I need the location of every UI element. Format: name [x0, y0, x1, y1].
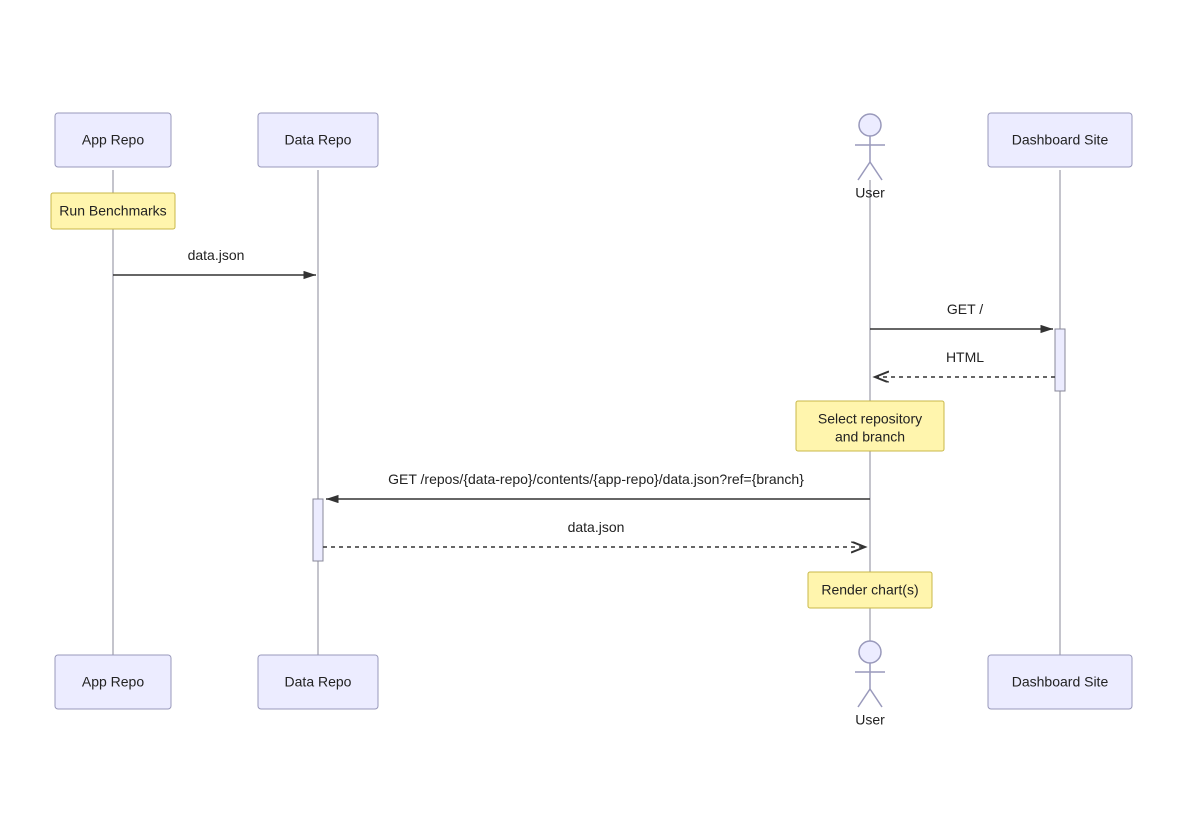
msg-get-root: GET /: [947, 301, 983, 317]
sequence-diagram: App Repo Data Repo Dashboard Site User R…: [0, 0, 1192, 819]
participant-user-bottom: User: [855, 641, 885, 728]
label-dashboard-site-top: Dashboard Site: [1012, 132, 1109, 148]
label-render-charts: Render chart(s): [821, 582, 918, 598]
note-select-repo: Select repository and branch: [796, 401, 944, 451]
participant-data-repo-top: Data Repo: [258, 113, 378, 167]
label-select-repo-2: and branch: [835, 429, 905, 445]
participant-user-top: User: [855, 114, 885, 201]
label-data-repo-top: Data Repo: [285, 132, 352, 148]
participant-dashboard-site-top: Dashboard Site: [988, 113, 1132, 167]
label-data-repo-bottom: Data Repo: [285, 674, 352, 690]
msg-get-repos: GET /repos/{data-repo}/contents/{app-rep…: [388, 471, 804, 487]
label-run-benchmarks: Run Benchmarks: [59, 203, 166, 219]
participant-app-repo-top: App Repo: [55, 113, 171, 167]
activation-dashboard: [1055, 329, 1065, 391]
activation-data-repo: [313, 499, 323, 561]
label-user-bottom: User: [855, 712, 885, 728]
participant-data-repo-bottom: Data Repo: [258, 655, 378, 709]
participant-dashboard-site-bottom: Dashboard Site: [988, 655, 1132, 709]
participant-app-repo-bottom: App Repo: [55, 655, 171, 709]
note-render-charts: Render chart(s): [808, 572, 932, 608]
label-user-top: User: [855, 185, 885, 201]
label-select-repo-1: Select repository: [818, 411, 922, 427]
label-dashboard-site-bottom: Dashboard Site: [1012, 674, 1109, 690]
msg-data-json-1: data.json: [188, 247, 245, 263]
msg-data-json-2: data.json: [568, 519, 625, 535]
label-app-repo-top: App Repo: [82, 132, 144, 148]
msg-html: HTML: [946, 349, 984, 365]
note-run-benchmarks: Run Benchmarks: [51, 193, 175, 229]
label-app-repo-bottom: App Repo: [82, 674, 144, 690]
